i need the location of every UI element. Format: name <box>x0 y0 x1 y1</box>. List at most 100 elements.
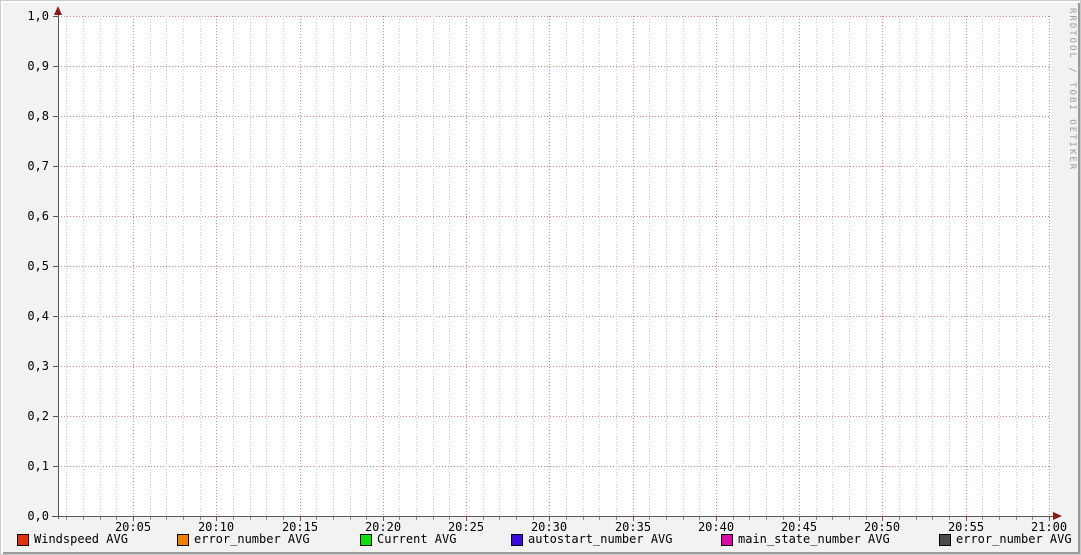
x-axis-tick-minor <box>200 517 201 520</box>
grid-line-minor-v <box>83 16 84 516</box>
x-axis-tick-minor <box>449 517 450 520</box>
x-axis-tick-minor <box>982 517 983 520</box>
y-axis-tick <box>53 216 59 217</box>
grid-line-minor-v <box>250 16 251 516</box>
y-axis-tick <box>53 516 59 517</box>
x-axis-tick-minor <box>599 517 600 520</box>
x-axis-tick-minor <box>399 517 400 520</box>
grid-line-major-v <box>466 16 467 516</box>
grid-line-major-v <box>633 16 634 516</box>
legend-item: autostart_number AVG <box>511 532 673 547</box>
x-axis-tick-minor <box>816 517 817 520</box>
y-axis-tick <box>53 366 59 367</box>
grid-line-minor-v <box>816 16 817 516</box>
legend-item: error_number AVG <box>939 532 1072 547</box>
x-axis-tick-minor <box>683 517 684 520</box>
grid-line-minor-v <box>916 16 917 516</box>
x-axis-tick-minor <box>849 517 850 520</box>
legend-label: Current AVG <box>377 532 457 546</box>
x-axis-tick-minor <box>83 517 84 520</box>
legend-item: main_state_number AVG <box>721 532 890 547</box>
y-axis-tick <box>53 416 59 417</box>
grid-line-major-h <box>58 216 1051 217</box>
y-axis-tick <box>53 266 59 267</box>
grid-line-minor-v <box>999 16 1000 516</box>
x-axis-tick-minor <box>899 517 900 520</box>
grid-line-minor-v <box>1016 16 1017 516</box>
x-axis-tick-minor <box>166 517 167 520</box>
y-tick-label: 0,1 <box>27 459 49 473</box>
grid-line-major-h <box>58 316 1051 317</box>
y-tick-label: 0,0 <box>27 509 49 523</box>
legend-swatch-icon <box>721 533 733 546</box>
x-axis-tick-minor <box>766 517 767 520</box>
x-axis-tick-minor <box>66 517 67 520</box>
x-axis-tick-minor <box>250 517 251 520</box>
x-axis-tick-major <box>633 517 634 521</box>
x-axis-tick-minor <box>932 517 933 520</box>
grid-line-minor-v <box>766 16 767 516</box>
x-axis-tick-minor <box>266 517 267 520</box>
grid-line-major-h <box>58 366 1051 367</box>
grid-line-minor-v <box>866 16 867 516</box>
y-axis-tick <box>53 66 59 67</box>
grid-line-minor-v <box>66 16 67 516</box>
y-tick-label: 0,7 <box>27 159 49 173</box>
grid-line-minor-v <box>166 16 167 516</box>
grid-line-minor-v <box>783 16 784 516</box>
x-axis-tick-major <box>466 517 467 521</box>
x-axis-tick-minor <box>783 517 784 520</box>
grid-line-major-v <box>133 16 134 516</box>
x-axis-tick-minor <box>533 517 534 520</box>
rrdtool-graph: 1,0 0,9 0,8 0,7 0,6 0,5 0,4 0,3 0,2 0,1 0,0 20:05 2… <box>0 0 1081 555</box>
grid-line-minor-v <box>399 16 400 516</box>
grid-line-minor-v <box>749 16 750 516</box>
grid-line-major-h <box>58 466 1051 467</box>
x-axis-tick-minor <box>949 517 950 520</box>
x-axis-tick-minor <box>483 517 484 520</box>
x-axis-tick-major <box>799 517 800 521</box>
x-axis-tick-minor <box>233 517 234 520</box>
grid-line-major-v <box>799 16 800 516</box>
grid-line-minor-v <box>932 16 933 516</box>
x-axis-tick-minor <box>350 517 351 520</box>
grid-line-minor-v <box>599 16 600 516</box>
grid-line-minor-v <box>266 16 267 516</box>
x-axis-tick-minor <box>616 517 617 520</box>
x-axis-tick-minor <box>916 517 917 520</box>
grid-line-major-v <box>1049 16 1050 516</box>
x-axis-tick-minor <box>183 517 184 520</box>
grid-line-minor-v <box>183 16 184 516</box>
grid-line-minor-v <box>1032 16 1033 516</box>
grid-line-major-v <box>383 16 384 516</box>
x-axis <box>52 516 1054 517</box>
grid-line-minor-v <box>899 16 900 516</box>
x-axis-tick-minor <box>100 517 101 520</box>
x-axis-tick-minor <box>1016 517 1017 520</box>
y-tick-label: 0,3 <box>27 359 49 373</box>
y-axis-tick <box>53 316 59 317</box>
grid-line-minor-v <box>366 16 367 516</box>
grid-line-major-h <box>58 416 1051 417</box>
legend-label: error_number AVG <box>956 532 1072 546</box>
legend-label: autostart_number AVG <box>528 532 673 546</box>
x-axis-tick-minor <box>283 517 284 520</box>
y-tick-label: 0,5 <box>27 259 49 273</box>
grid-line-major-v <box>300 16 301 516</box>
grid-line-minor-v <box>982 16 983 516</box>
grid-line-minor-v <box>566 16 567 516</box>
grid-line-minor-v <box>200 16 201 516</box>
y-axis-tick <box>53 16 59 17</box>
grid-line-minor-v <box>483 16 484 516</box>
grid-line-minor-v <box>699 16 700 516</box>
x-axis-tick-minor <box>749 517 750 520</box>
x-axis-tick-minor <box>150 517 151 520</box>
x-axis-tick-major <box>966 517 967 521</box>
x-axis-tick-major <box>383 517 384 521</box>
grid-line-minor-v <box>516 16 517 516</box>
x-axis-tick-minor <box>866 517 867 520</box>
x-axis-tick-minor <box>416 517 417 520</box>
grid-line-minor-v <box>116 16 117 516</box>
y-axis-arrow-icon <box>54 6 62 15</box>
y-tick-label: 0,2 <box>27 409 49 423</box>
